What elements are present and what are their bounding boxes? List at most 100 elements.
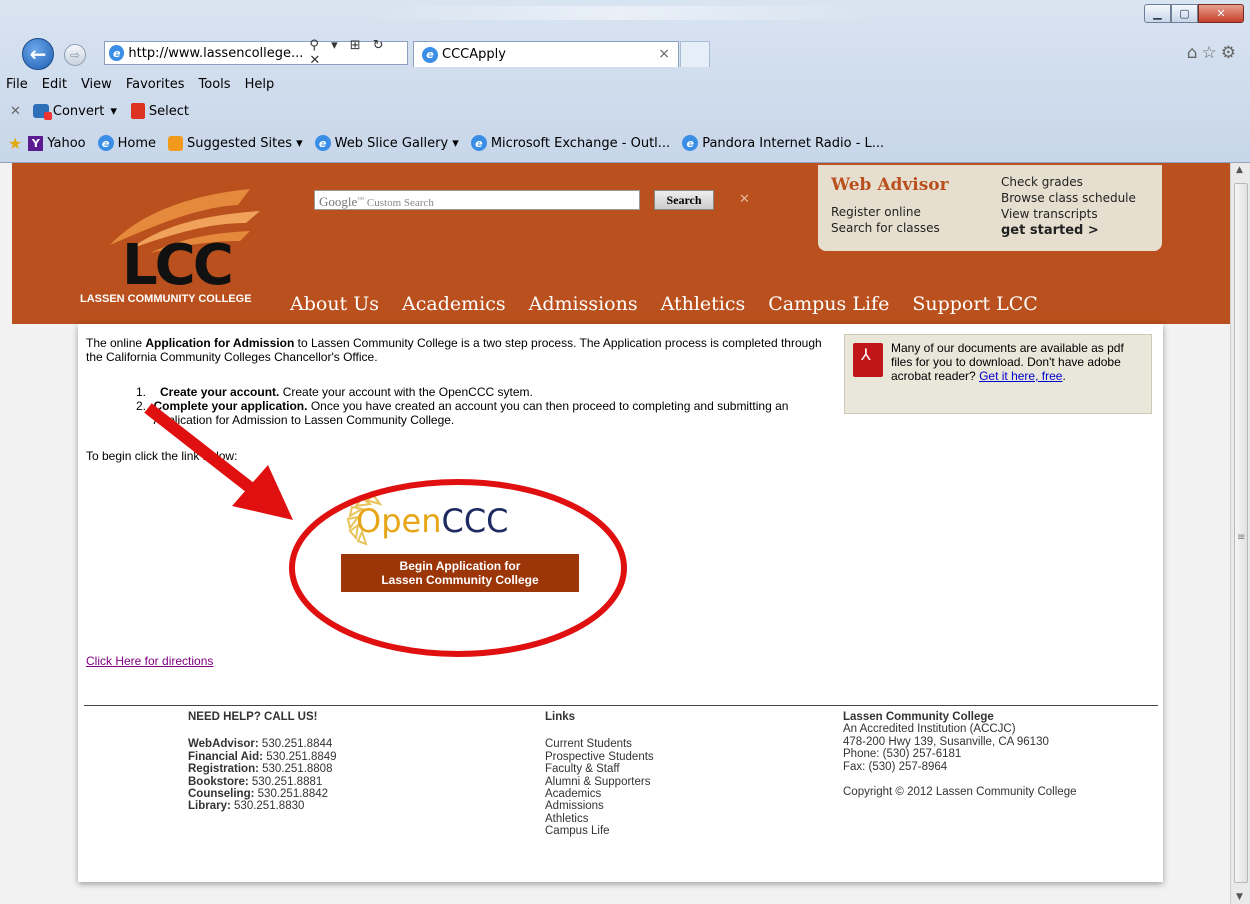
fav-home[interactable]: e Home	[97, 135, 156, 151]
nav-admissions[interactable]: Admissions	[529, 293, 638, 315]
contact-phone: 530.251.8849	[266, 750, 337, 763]
fav-suggested-sites[interactable]: Suggested Sites ▾	[168, 135, 303, 151]
contact-label: WebAdvisor:	[188, 738, 259, 751]
step-bold: Complete your application.	[153, 399, 308, 413]
menu-edit[interactable]: Edit	[42, 77, 67, 92]
get-acrobat-link[interactable]: Get it here, free	[979, 369, 1062, 383]
contact-label: Bookstore:	[188, 775, 249, 788]
footer-college-column: Lassen Community College An Accredited I…	[843, 711, 1076, 798]
ie-icon: e	[470, 135, 487, 151]
opencc-logo[interactable]: OpenCCC	[356, 502, 509, 540]
scrollbar-thumb[interactable]	[1234, 183, 1248, 883]
search-placeholder: Custom Search	[366, 197, 434, 209]
menu-view[interactable]: View	[81, 77, 112, 92]
fav-microsoft-exchange[interactable]: e Microsoft Exchange - Outl...	[470, 135, 670, 151]
minimize-button[interactable]: ▁	[1144, 4, 1171, 23]
favorites-star-icon[interactable]: ★	[8, 134, 22, 153]
footer-link-current-students[interactable]: Current Students	[545, 738, 654, 750]
site-search-button[interactable]: Search	[654, 190, 714, 210]
footer-links-title: Links	[545, 711, 576, 723]
select-button[interactable]: Select	[149, 104, 189, 119]
convert-button[interactable]: Convert	[53, 104, 104, 119]
tab-close-icon[interactable]: ×	[658, 46, 670, 62]
webadvisor-get-started[interactable]: get started >	[1001, 223, 1099, 238]
nav-about-us[interactable]: About Us	[290, 293, 379, 315]
convert-dropdown-icon[interactable]: ▾	[110, 104, 117, 119]
footer-help-title: NEED HELP? CALL US!	[188, 711, 318, 723]
ie-icon: e	[314, 135, 331, 151]
intro-paragraph: The online Application for Admission to …	[86, 336, 826, 364]
browser-chrome: ▁ ▢ ✕ ← ⇨ e http://www.lassencollege... …	[0, 0, 1250, 163]
address-text: http://www.lassencollege...	[128, 45, 304, 61]
contact-phone: 530.251.8830	[234, 800, 305, 813]
webadvisor-browse-schedule[interactable]: Browse class schedule	[1001, 191, 1136, 205]
intro-pre: The online	[86, 336, 146, 350]
footer-link-faculty-staff[interactable]: Faculty & Staff	[545, 763, 654, 775]
nav-academics[interactable]: Academics	[402, 293, 506, 315]
close-button[interactable]: ✕	[1198, 4, 1244, 23]
webadvisor-search-classes[interactable]: Search for classes	[831, 221, 940, 235]
webadvisor-title[interactable]: Web Advisor	[831, 175, 949, 195]
menu-tools[interactable]: Tools	[199, 77, 231, 92]
pdf-period: .	[1062, 369, 1066, 383]
close-toolbar-icon[interactable]: ✕	[10, 104, 21, 119]
new-tab-button[interactable]	[680, 41, 710, 67]
menu-help[interactable]: Help	[245, 77, 275, 92]
fav-web-slice-gallery[interactable]: e Web Slice Gallery ▾	[314, 135, 459, 151]
search-clear-icon[interactable]: ✕	[739, 192, 750, 207]
address-tools-icons[interactable]: ⚲ ▾ ⊞ ↻ ✕	[309, 38, 407, 68]
address-bar[interactable]: e http://www.lassencollege... ⚲ ▾ ⊞ ↻ ✕	[104, 38, 408, 68]
step-text: Complete your application. Once you have…	[153, 399, 836, 427]
footer-link-prospective-students[interactable]: Prospective Students	[545, 751, 654, 763]
contact-phone: 530.251.8881	[251, 775, 323, 788]
select-icon	[130, 103, 145, 119]
webadvisor-view-transcripts[interactable]: View transcripts	[1001, 207, 1098, 221]
lcc-logo-text[interactable]: LCC	[122, 233, 234, 298]
fav-webslice-label: Web Slice Gallery ▾	[334, 135, 459, 151]
footer-link-admissions[interactable]: Admissions	[545, 800, 654, 812]
begin-button-line1: Begin Application for	[399, 559, 521, 573]
maximize-button[interactable]: ▢	[1171, 4, 1198, 23]
contact-label: Financial Aid:	[188, 750, 263, 763]
footer-link-academics[interactable]: Academics	[545, 788, 654, 800]
back-button[interactable]: ←	[22, 38, 54, 70]
tab-title: CCCApply	[442, 47, 506, 62]
fav-yahoo[interactable]: Y Yahoo	[28, 135, 86, 151]
home-favorites-tools-icons[interactable]: ⌂☆⚙	[1187, 43, 1240, 63]
fav-pandora[interactable]: e Pandora Internet Radio - L...	[682, 135, 884, 151]
footer-link-athletics[interactable]: Athletics	[545, 813, 654, 825]
step-number: 2.	[136, 399, 147, 413]
suggested-sites-icon	[168, 135, 183, 151]
scroll-down-icon[interactable]: ▼	[1236, 892, 1243, 902]
contact-label: Registration:	[188, 763, 259, 776]
menu-file[interactable]: File	[6, 77, 28, 92]
nav-athletics[interactable]: Athletics	[661, 293, 746, 315]
nav-support-lcc[interactable]: Support LCC	[912, 293, 1037, 315]
site-search-input[interactable]: Google™ Custom Search	[314, 190, 640, 210]
footer-link-campus-life[interactable]: Campus Life	[545, 825, 654, 837]
adobe-pdf-icon	[853, 343, 883, 377]
webadvisor-panel: Web Advisor Register online Search for c…	[818, 165, 1162, 251]
vertical-scrollbar[interactable]: ▲ ▼	[1230, 163, 1250, 904]
forward-button[interactable]: ⇨	[64, 44, 86, 66]
footer-link-alumni-supporters[interactable]: Alumni & Supporters	[545, 776, 654, 788]
opencc-ccc: CCC	[441, 502, 509, 540]
directions-link[interactable]: Click Here for directions	[86, 654, 213, 668]
main-content: The online Application for Admission to …	[78, 324, 1163, 882]
webadvisor-check-grades[interactable]: Check grades	[1001, 175, 1083, 189]
menu-favorites[interactable]: Favorites	[126, 77, 185, 92]
nav-campus-life[interactable]: Campus Life	[768, 293, 889, 315]
pdf-notice-box: Many of our documents are available as p…	[844, 334, 1152, 414]
scroll-up-icon[interactable]: ▲	[1236, 165, 1243, 175]
opencc-open: Open	[356, 502, 442, 540]
favorites-bar: ★ Y Yahoo e Home Suggested Sites ▾ e Web Sl…	[0, 128, 1250, 158]
window-controls: ▁ ▢ ✕	[1144, 4, 1244, 23]
webadvisor-register-online[interactable]: Register online	[831, 205, 921, 219]
college-phone: Phone: (530) 257-6181	[843, 748, 962, 761]
begin-application-button[interactable]: Begin Application for Lassen Community C…	[341, 554, 579, 592]
page-viewport: LCC LASSEN COMMUNITY COLLEGE Google™ Cus…	[0, 163, 1230, 904]
tab-cccapply[interactable]: e CCCApply ×	[413, 41, 679, 67]
footer-college-title: Lassen Community College	[843, 711, 994, 723]
fav-yahoo-label: Yahoo	[47, 135, 86, 151]
contact-label: Library:	[188, 800, 231, 813]
